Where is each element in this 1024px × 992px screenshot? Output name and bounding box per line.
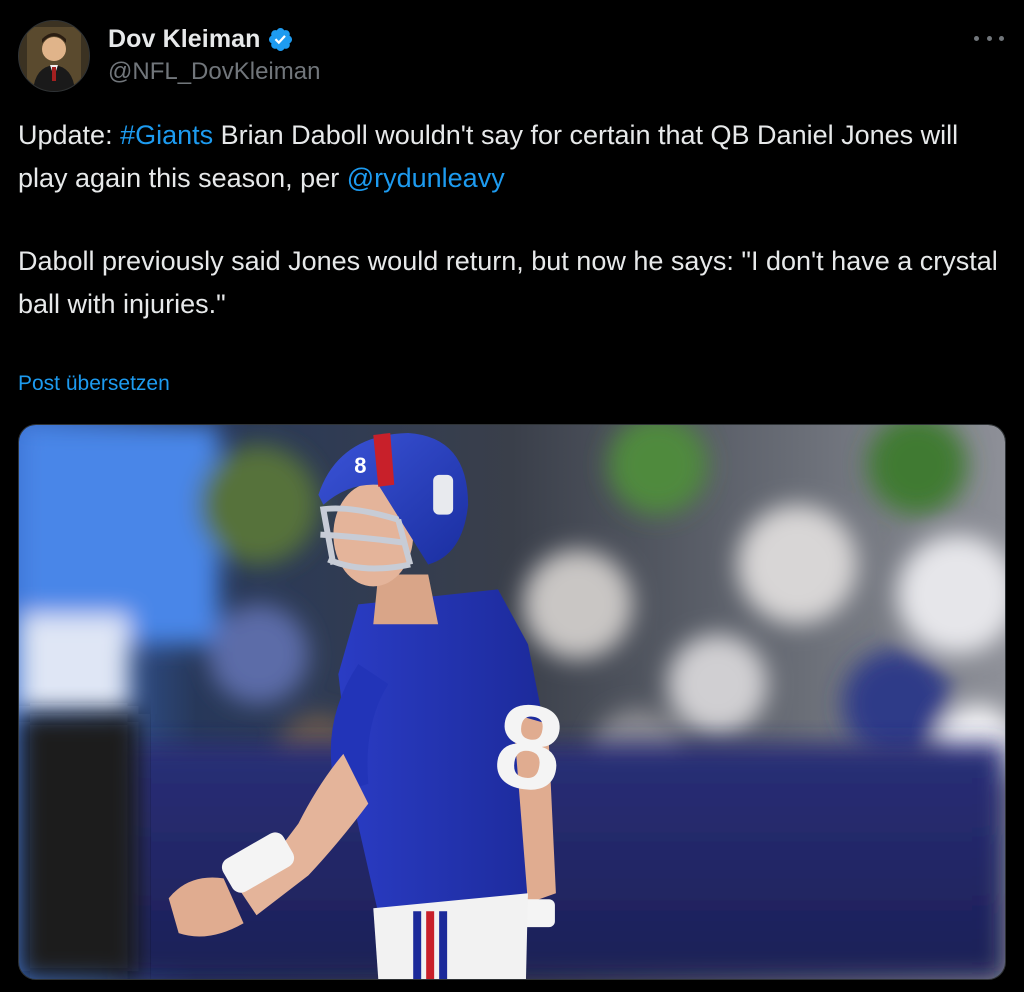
verified-badge-icon[interactable] <box>267 26 294 53</box>
author-display-name[interactable]: Dov Kleiman <box>108 25 261 54</box>
photo-football-player: 8 8 <box>19 425 1005 979</box>
author-name-row: Dov Kleiman <box>108 22 294 56</box>
tweet-card: Dov Kleiman @NFL_DovKleiman Update: #Gia… <box>0 0 1024 992</box>
helmet-number: 8 <box>354 453 366 478</box>
tweet-text: Update: #Giants Brian Daboll wouldn't sa… <box>18 114 1008 326</box>
hashtag-link[interactable]: #Giants <box>120 120 213 150</box>
author-avatar[interactable] <box>18 20 90 92</box>
tweet-paragraph-2: Daboll previously said Jones would retur… <box>18 246 998 319</box>
author-handle[interactable]: @NFL_DovKleiman <box>108 58 320 86</box>
more-options-icon[interactable] <box>974 26 1004 50</box>
tweet-paragraph-1: Update: #Giants Brian Daboll wouldn't sa… <box>18 114 1008 200</box>
tweet-media-image[interactable]: 8 8 <box>18 424 1006 980</box>
translate-post-link[interactable]: Post übersetzen <box>18 372 170 396</box>
avatar-image <box>19 21 89 91</box>
mention-link[interactable]: @rydunleavy <box>347 163 505 193</box>
text-segment: Update: <box>18 120 121 150</box>
